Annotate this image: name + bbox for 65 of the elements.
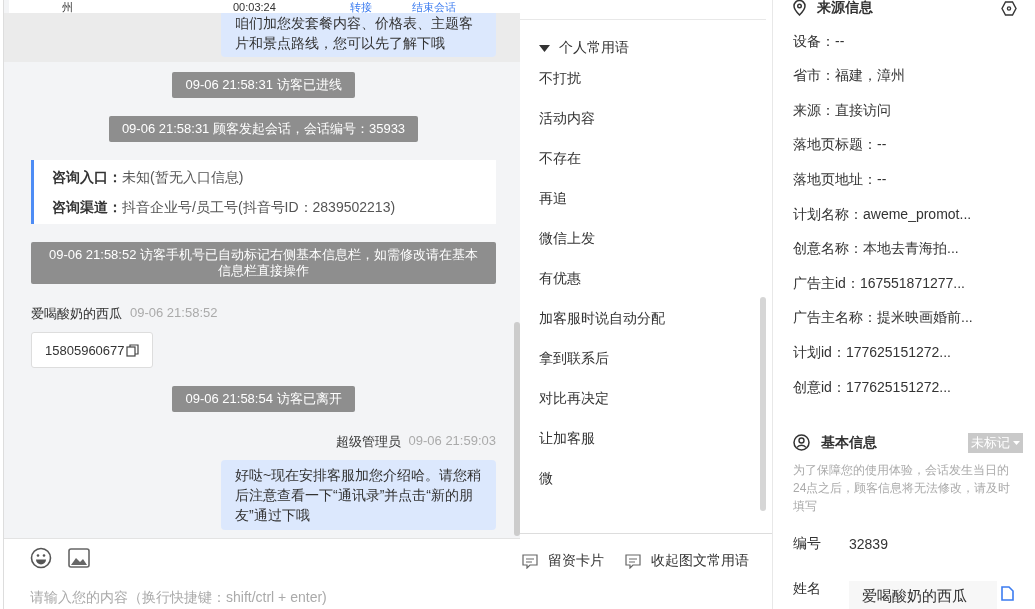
field-label: 编号	[793, 534, 822, 553]
sender-name: 超级管理员	[335, 433, 401, 451]
message-time: 09-06 21:58:52	[130, 305, 218, 322]
phrase-group-header[interactable]: 个人常用语	[539, 38, 629, 58]
info-field: 广告主id：167551871277...	[793, 272, 1035, 293]
field-label: 咨询渠道：	[52, 199, 122, 215]
field-label: 咨询入口：	[52, 169, 122, 185]
link[interactable]: 结束会话	[411, 0, 456, 13]
field-value: 抖音企业号/员工号(抖音号ID：2839502213)	[122, 199, 396, 215]
action-button[interactable]: 收起图文常用语	[625, 552, 749, 570]
comment-icon	[625, 553, 641, 569]
scrollbar-thumb[interactable]	[760, 297, 766, 511]
phrase-item[interactable]: 微	[539, 458, 553, 498]
caret-icon	[1013, 440, 1020, 445]
info-field: 落地页地址：--	[793, 168, 1035, 189]
table-cell: 州	[62, 0, 73, 13]
phrase-item[interactable]: 再追	[539, 178, 567, 218]
phrase-item[interactable]: 微信上发	[539, 218, 595, 258]
info-field: 创意名称：本地去青海拍...	[793, 238, 1035, 259]
field-value: 未知(暂无入口信息)	[122, 169, 244, 185]
info-field: 省市：福建，漳州	[793, 65, 1035, 86]
message-input[interactable]: 请输入您的内容（换行快捷键：shift/ctrl + enter)	[30, 589, 470, 605]
phrase-item[interactable]: 拿到联系后	[539, 338, 609, 378]
system-notice: 09-06 21:58:54 访客已离开	[172, 386, 355, 412]
action-button[interactable]: 留资卡片	[522, 552, 604, 570]
phone-number: 15805960677	[45, 342, 125, 358]
info-field: 落地页标题：--	[793, 134, 1035, 155]
location-pin-icon	[793, 0, 806, 16]
table-cell: 00:03:24	[233, 0, 276, 13]
info-field: 广告主名称：提米映画婚前...	[793, 307, 1035, 328]
emoji-icon[interactable]	[30, 547, 52, 569]
phrase-item[interactable]: 不打扰	[539, 58, 581, 98]
message-bubble: 好哒~现在安排客服加您介绍哈。请您稍后注意查看一下“通讯录”并点击“新的朋友”通过下哦	[221, 460, 496, 530]
scrollbar-thumb[interactable]	[514, 322, 520, 536]
name-field[interactable]: 爱喝酸奶的西瓜	[849, 580, 997, 609]
phrase-item[interactable]: 对比再决定	[539, 378, 609, 418]
phrase-item[interactable]: 不存在	[539, 138, 581, 178]
field-label: 姓名	[793, 579, 822, 598]
copy-icon[interactable]	[125, 343, 139, 357]
system-notice: 09-06 21:58:31 顾客发起会话，会话编号：35933	[108, 116, 419, 142]
settings-icon[interactable]	[1001, 0, 1017, 16]
message-time: 09-06 21:59:03	[408, 433, 496, 450]
phrase-item[interactable]: 活动内容	[539, 98, 595, 138]
phrase-item[interactable]: 有优惠	[539, 258, 581, 298]
system-notice: 09-06 21:58:31 访客已进线	[172, 72, 355, 98]
comment-icon	[522, 553, 538, 569]
system-notice: 09-06 21:58:52 访客手机号已自动标记右侧基本信息栏，如需修改请在基本信息栏直接操作	[31, 242, 496, 284]
user-icon	[793, 434, 810, 452]
sender-name: 爱喝酸奶的西瓜	[31, 305, 122, 323]
info-field: 计划id：177625151272...	[793, 341, 1035, 362]
group-title: 个人常用语	[559, 39, 629, 57]
phrase-item[interactable]: 加客服时说自动分配	[539, 298, 665, 338]
info-field: 计划名称：aweme_promot...	[793, 203, 1035, 224]
info-field: 创意id：177625151272...	[793, 376, 1035, 397]
section-title: 基本信息	[821, 433, 877, 452]
link[interactable]: 转接	[349, 0, 372, 13]
phrase-item[interactable]: 让加客服	[539, 418, 595, 458]
copy-icon[interactable]	[1001, 586, 1014, 602]
info-field: 设备：--	[793, 30, 1035, 51]
notice-text: 为了保障您的使用体验，会话发生当日的24点之后，顾客信息将无法修改，请及时填写	[793, 461, 1012, 515]
image-icon[interactable]	[68, 548, 90, 568]
info-field: 来源：直接访问	[793, 99, 1035, 120]
field-value: 32839	[849, 535, 888, 552]
section-title: 来源信息	[817, 0, 873, 17]
message-bubble: 咱们加您发套餐内容、价格表、主题客片和景点路线，您可以先了解下哦	[221, 13, 496, 57]
